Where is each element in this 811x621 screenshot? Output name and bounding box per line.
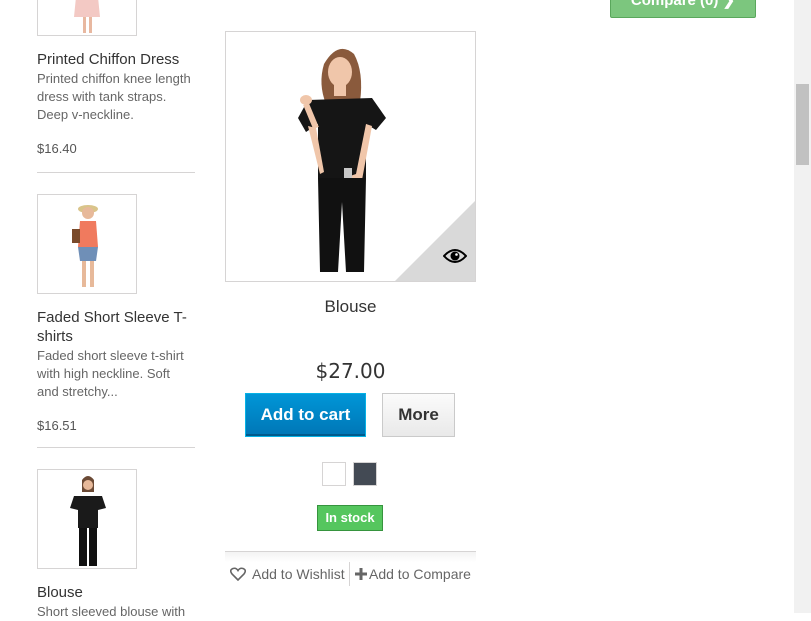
wishlist-label: Add to Wishlist [252, 566, 345, 582]
product-image-container[interactable] [225, 31, 476, 282]
eye-icon-glyph [442, 249, 468, 263]
product-image [38, 470, 136, 568]
product-description: Short sleeved blouse with [37, 604, 186, 619]
product-image [38, 0, 136, 35]
list-divider [37, 172, 195, 173]
eye-icon[interactable] [442, 247, 468, 265]
sidebar-product-list: Printed Chiffon Dress Printed chiffon kn… [0, 0, 210, 619]
link-divider [349, 562, 350, 586]
product-price: $27.00 [315, 359, 386, 383]
product-price: $16.51 [37, 418, 77, 433]
add-to-cart-button[interactable]: Add to cart [245, 393, 366, 437]
product-thumbnail[interactable] [37, 0, 137, 36]
list-divider [37, 447, 195, 448]
product-thumbnail[interactable] [37, 194, 137, 294]
product-name[interactable]: Printed Chiffon Dress [37, 50, 195, 69]
compare-label: Add to Compare [369, 566, 471, 582]
product-description: Printed chiffon knee length dress with t… [37, 71, 191, 122]
product-thumbnail[interactable] [37, 469, 137, 569]
heart-icon [230, 567, 246, 581]
color-swatch-dark[interactable] [353, 462, 377, 486]
color-swatch-white[interactable] [322, 462, 346, 486]
product-description: Faded short sleeve t-shirt with high nec… [37, 348, 184, 399]
product-name[interactable]: Blouse [225, 297, 476, 317]
product-functional-bar: Add to Wishlist Add to Compare [225, 551, 476, 614]
stock-badge: In stock [317, 505, 383, 531]
product-name[interactable]: Faded Short Sleeve T-shirts [37, 308, 195, 346]
list-item: Blouse Short sleeved blouse with [37, 469, 195, 621]
list-item: Printed Chiffon Dress Printed chiffon kn… [37, 0, 195, 156]
product-price: $16.40 [37, 141, 77, 156]
vertical-scrollbar[interactable] [794, 0, 811, 613]
add-to-compare-link[interactable]: Add to Compare [355, 566, 471, 582]
list-item: Faded Short Sleeve T-shirts Faded short … [37, 194, 195, 433]
quick-view-corner [395, 201, 475, 281]
plus-icon [355, 568, 367, 580]
scrollbar-thumb[interactable] [796, 84, 809, 165]
more-button[interactable]: More [382, 393, 455, 437]
add-to-wishlist-link[interactable]: Add to Wishlist [230, 566, 345, 582]
compare-button[interactable]: Compare (0) ❯ [610, 0, 756, 18]
product-image [38, 195, 136, 293]
product-name[interactable]: Blouse [37, 583, 195, 602]
